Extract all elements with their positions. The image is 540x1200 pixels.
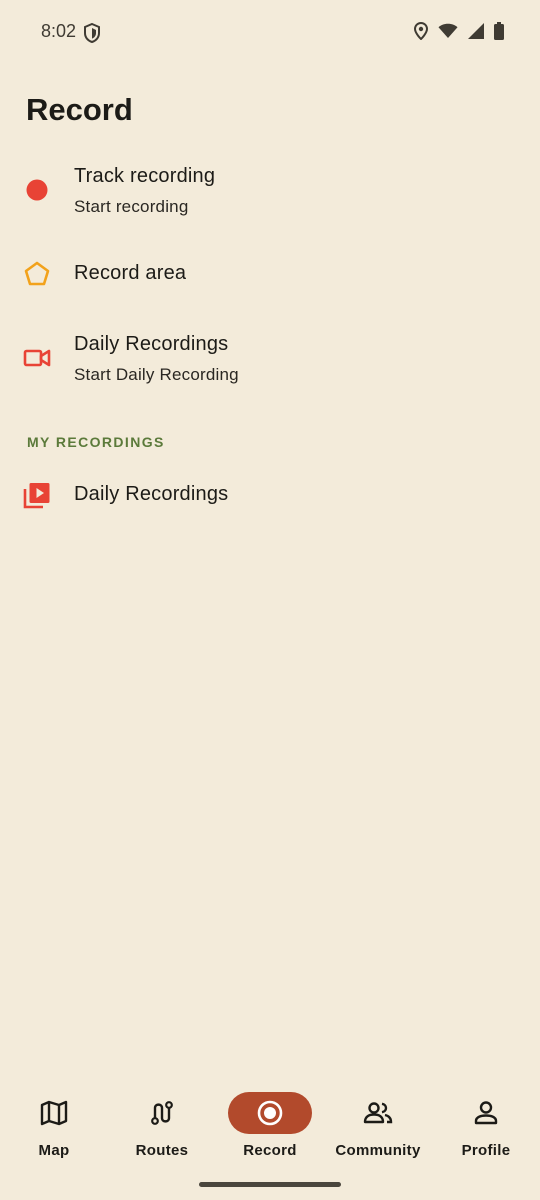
nav-profile[interactable]: Profile	[432, 1092, 540, 1172]
routes-icon	[120, 1092, 204, 1134]
menu-item-subtitle: Start Daily Recording	[74, 365, 239, 384]
battery-icon	[494, 22, 504, 40]
page-title: Record	[26, 92, 133, 127]
section-header-my-recordings: MY RECORDINGS	[27, 434, 165, 450]
menu-item-title: Daily Recordings	[74, 483, 229, 505]
menu-item-subtitle: Start recording	[74, 197, 189, 216]
menu-item-track-recording[interactable]: Track recording Start recording	[0, 150, 540, 230]
nav-record[interactable]: Record	[216, 1092, 324, 1172]
my-recordings-item-daily-recordings[interactable]: Daily Recordings	[0, 462, 540, 528]
nav-label: Map	[38, 1142, 70, 1159]
home-indicator[interactable]	[199, 1182, 341, 1187]
status-bar: 8:02	[0, 0, 540, 64]
videocam-icon	[22, 343, 52, 373]
record-icon	[228, 1092, 312, 1134]
menu-item-daily-recordings[interactable]: Daily Recordings Start Daily Recording	[0, 318, 540, 398]
status-icons	[414, 22, 504, 40]
profile-icon	[444, 1092, 528, 1134]
pentagon-icon	[22, 259, 52, 289]
red-dot-icon	[22, 175, 52, 205]
menu-item-title: Record area	[74, 262, 187, 284]
menu-item-record-area[interactable]: Record area	[0, 240, 540, 306]
nav-routes[interactable]: Routes	[108, 1092, 216, 1172]
status-time: 8:02	[41, 21, 77, 41]
wifi-icon	[438, 23, 458, 39]
video-library-icon	[22, 480, 52, 510]
nav-label: Routes	[135, 1142, 189, 1159]
nav-label: Record	[243, 1142, 297, 1159]
community-icon	[336, 1092, 420, 1134]
shield-icon	[83, 22, 101, 44]
nav-community[interactable]: Community	[324, 1092, 432, 1172]
nav-label: Profile	[461, 1142, 511, 1159]
menu-item-title: Track recording	[74, 165, 216, 187]
map-icon	[12, 1092, 96, 1134]
nav-label: Community	[335, 1142, 421, 1159]
location-icon	[414, 22, 428, 40]
record-screen: 8:02 Record Track recording Start record…	[0, 0, 540, 1200]
menu-item-title: Daily Recordings	[74, 333, 229, 355]
nav-map[interactable]: Map	[0, 1092, 108, 1172]
cell-signal-icon	[468, 23, 484, 39]
